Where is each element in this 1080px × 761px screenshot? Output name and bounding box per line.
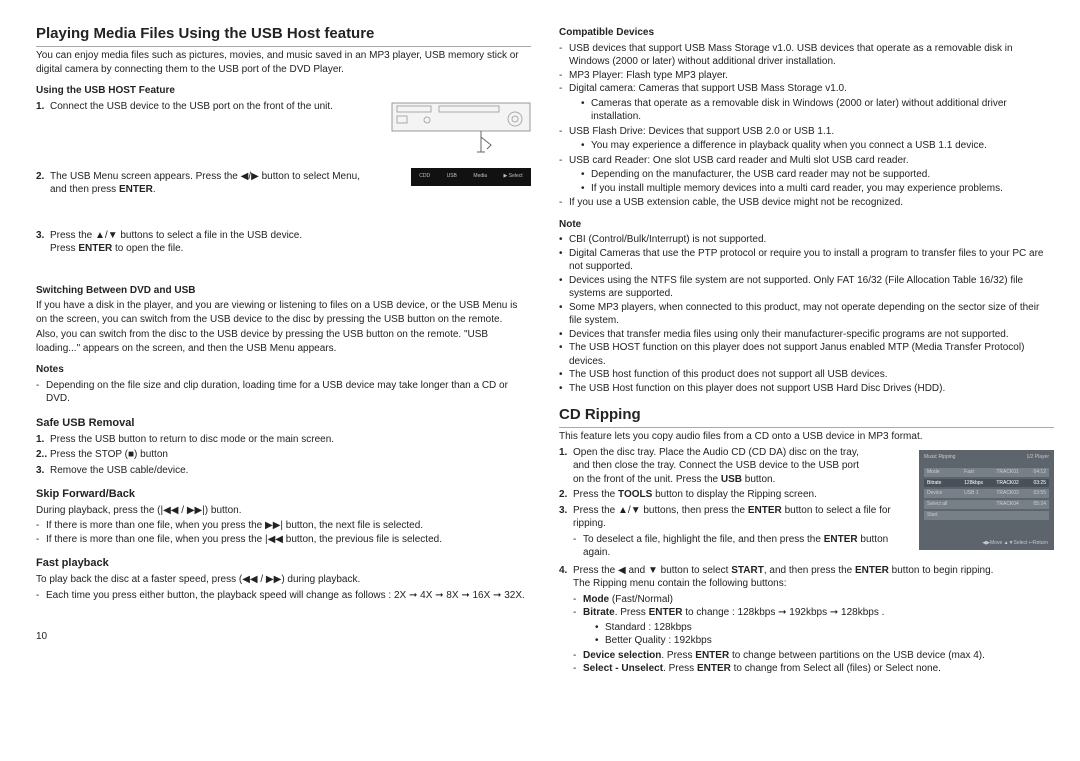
skip-heading: Skip Forward/Back	[36, 487, 531, 502]
safe-removal-heading: Safe USB Removal	[36, 416, 531, 431]
step-1: Connect the USB device to the USB port o…	[50, 100, 381, 114]
compatible-list: USB devices that support USB Mass Storag…	[559, 42, 1054, 210]
fast-list: Each time you press either button, the p…	[36, 589, 531, 603]
switch-p2: Also, you can switch from the disc to th…	[36, 328, 531, 355]
step-3: Press the ▲/▼ buttons to select a file i…	[50, 229, 531, 256]
note-list: CBI (Control/Bulk/Interrupt) is not supp…	[559, 233, 1054, 395]
switch-p1: If you have a disk in the player, and yo…	[36, 299, 531, 326]
skip-intro: During playback, press the (|◀◀ / ▶▶|) b…	[36, 504, 531, 518]
fast-intro: To play back the disc at a faster speed,…	[36, 573, 531, 587]
manual-page: Playing Media Files Using the USB Host f…	[0, 0, 1080, 761]
dvd-player-illustration	[391, 102, 531, 162]
safe-removal-steps: 1.Press the USB button to return to disc…	[36, 433, 531, 478]
compatible-heading: Compatible Devices	[559, 26, 1054, 40]
notes-heading: Notes	[36, 363, 531, 377]
usb-menu-illustration: CDD USB Media ▶ Select	[411, 168, 531, 186]
left-column: Playing Media Files Using the USB Host f…	[36, 24, 531, 761]
section-title-cd-ripping: CD Ripping	[559, 405, 1054, 428]
switching-heading: Switching Between DVD and USB	[36, 284, 531, 298]
skip-list: If there is more than one file, when you…	[36, 519, 531, 546]
usb-host-steps-3: 3.Press the ▲/▼ buttons to select a file…	[36, 229, 531, 256]
ripping-screen-illustration: Music Ripping1/2 Player ModeFastTRACK010…	[919, 450, 1054, 550]
section-title-usb-host: Playing Media Files Using the USB Host f…	[36, 24, 531, 47]
page-number: 10	[36, 630, 531, 644]
using-usb-host-heading: Using the USB HOST Feature	[36, 84, 531, 98]
note-heading: Note	[559, 218, 1054, 232]
fast-heading: Fast playback	[36, 556, 531, 571]
intro-text: You can enjoy media files such as pictur…	[36, 49, 531, 76]
right-column: Compatible Devices USB devices that supp…	[559, 24, 1054, 761]
step-2: The USB Menu screen appears. Press the ◀…	[50, 170, 401, 197]
cd-intro: This feature lets you copy audio files f…	[559, 430, 1054, 444]
notes-list: Depending on the file size and clip dura…	[36, 379, 531, 406]
